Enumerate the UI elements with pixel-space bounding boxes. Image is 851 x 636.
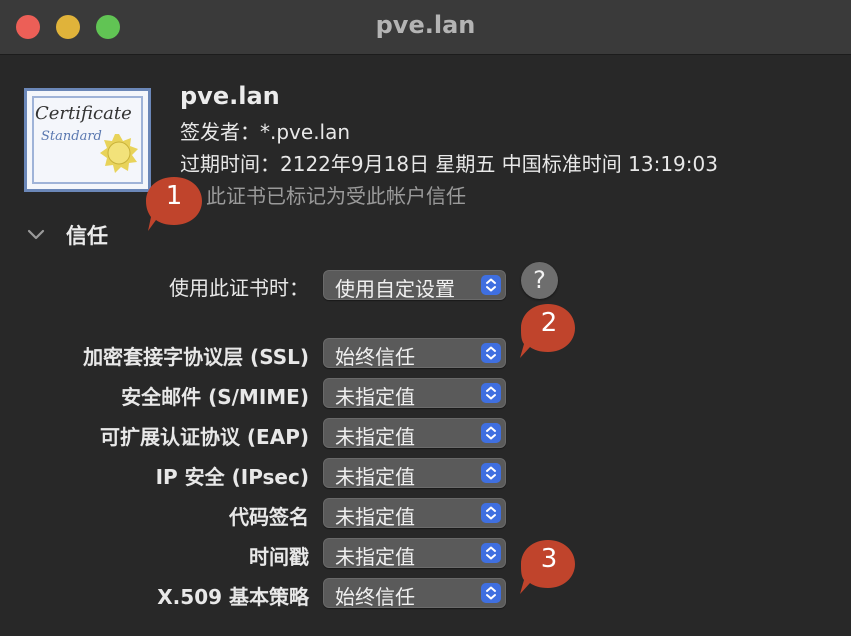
updown-chevron-icon [481, 583, 501, 603]
trust-row-label-smime: 安全邮件 (S/MIME) [121, 385, 309, 409]
trust-row-label-ipsec: IP 安全 (IPsec) [155, 465, 309, 489]
when-using-value: 使用自定设置 [335, 277, 455, 301]
trust-popup-x509[interactable]: 始终信任 [323, 578, 506, 609]
certificate-issuer: 签发者：*.pve.lan [180, 120, 351, 144]
trust-popup-ipsec[interactable]: 未指定值 [323, 458, 506, 489]
when-using-label: 使用此证书时： [169, 276, 309, 300]
trust-row-label-ssl: 加密套接字协议层 (SSL) [83, 345, 309, 369]
certificate-seal-icon [100, 134, 138, 173]
annotation-number: 2 [540, 308, 558, 338]
trust-popup-ssl[interactable]: 始终信任 [323, 338, 506, 369]
updown-chevron-icon [481, 383, 501, 403]
updown-chevron-icon [481, 463, 501, 483]
annotation-badge-1: 1 [146, 175, 208, 231]
trust-popup-timestamping[interactable]: 未指定值 [323, 538, 506, 569]
trust-row-label-code-signing: 代码签名 [229, 505, 309, 529]
annotation-badge-3: 3 [517, 538, 579, 594]
trust-popup-value: 未指定值 [335, 465, 415, 489]
annotation-number: 3 [540, 544, 558, 574]
trust-popup-value: 始终信任 [335, 585, 415, 609]
updown-chevron-icon [481, 543, 501, 563]
updown-chevron-icon [481, 423, 501, 443]
title-bar: pve.lan [0, 0, 851, 55]
certificate-name: pve.lan [180, 82, 280, 110]
when-using-popup[interactable]: 使用自定设置 [323, 270, 506, 301]
trust-row-label-x509: X.509 基本策略 [157, 585, 309, 609]
updown-chevron-icon [481, 275, 501, 295]
updown-chevron-icon [481, 503, 501, 523]
trusted-status-note: 此证书已标记为受此帐户信任 [206, 184, 466, 208]
trust-popup-smime[interactable]: 未指定值 [323, 378, 506, 409]
certificate-expiry: 过期时间：2122年9月18日 星期五 中国标准时间 13:19:03 [180, 152, 718, 176]
chevron-down-icon[interactable] [26, 224, 46, 244]
trust-popup-value: 始终信任 [335, 345, 415, 369]
trust-popup-code-signing[interactable]: 未指定值 [323, 498, 506, 529]
certificate-icon-subtext: Standard [41, 129, 102, 144]
trust-popup-value: 未指定值 [335, 545, 415, 569]
trust-popup-eap[interactable]: 未指定值 [323, 418, 506, 449]
annotation-badge-2: 2 [517, 302, 579, 358]
updown-chevron-icon [481, 343, 501, 363]
trust-section-heading[interactable]: 信任 [66, 220, 108, 250]
help-button[interactable]: ? [521, 262, 558, 299]
annotation-number: 1 [165, 181, 183, 211]
certificate-icon-text: Certificate [35, 103, 132, 124]
certificate-icon: Certificate Standard [24, 88, 151, 192]
trust-row-label-timestamping: 时间戳 [249, 545, 309, 569]
trust-popup-value: 未指定值 [335, 385, 415, 409]
trust-popup-value: 未指定值 [335, 505, 415, 529]
trust-popup-value: 未指定值 [335, 425, 415, 449]
window-title: pve.lan [375, 11, 476, 39]
trust-row-label-eap: 可扩展认证协议 (EAP) [99, 425, 309, 449]
